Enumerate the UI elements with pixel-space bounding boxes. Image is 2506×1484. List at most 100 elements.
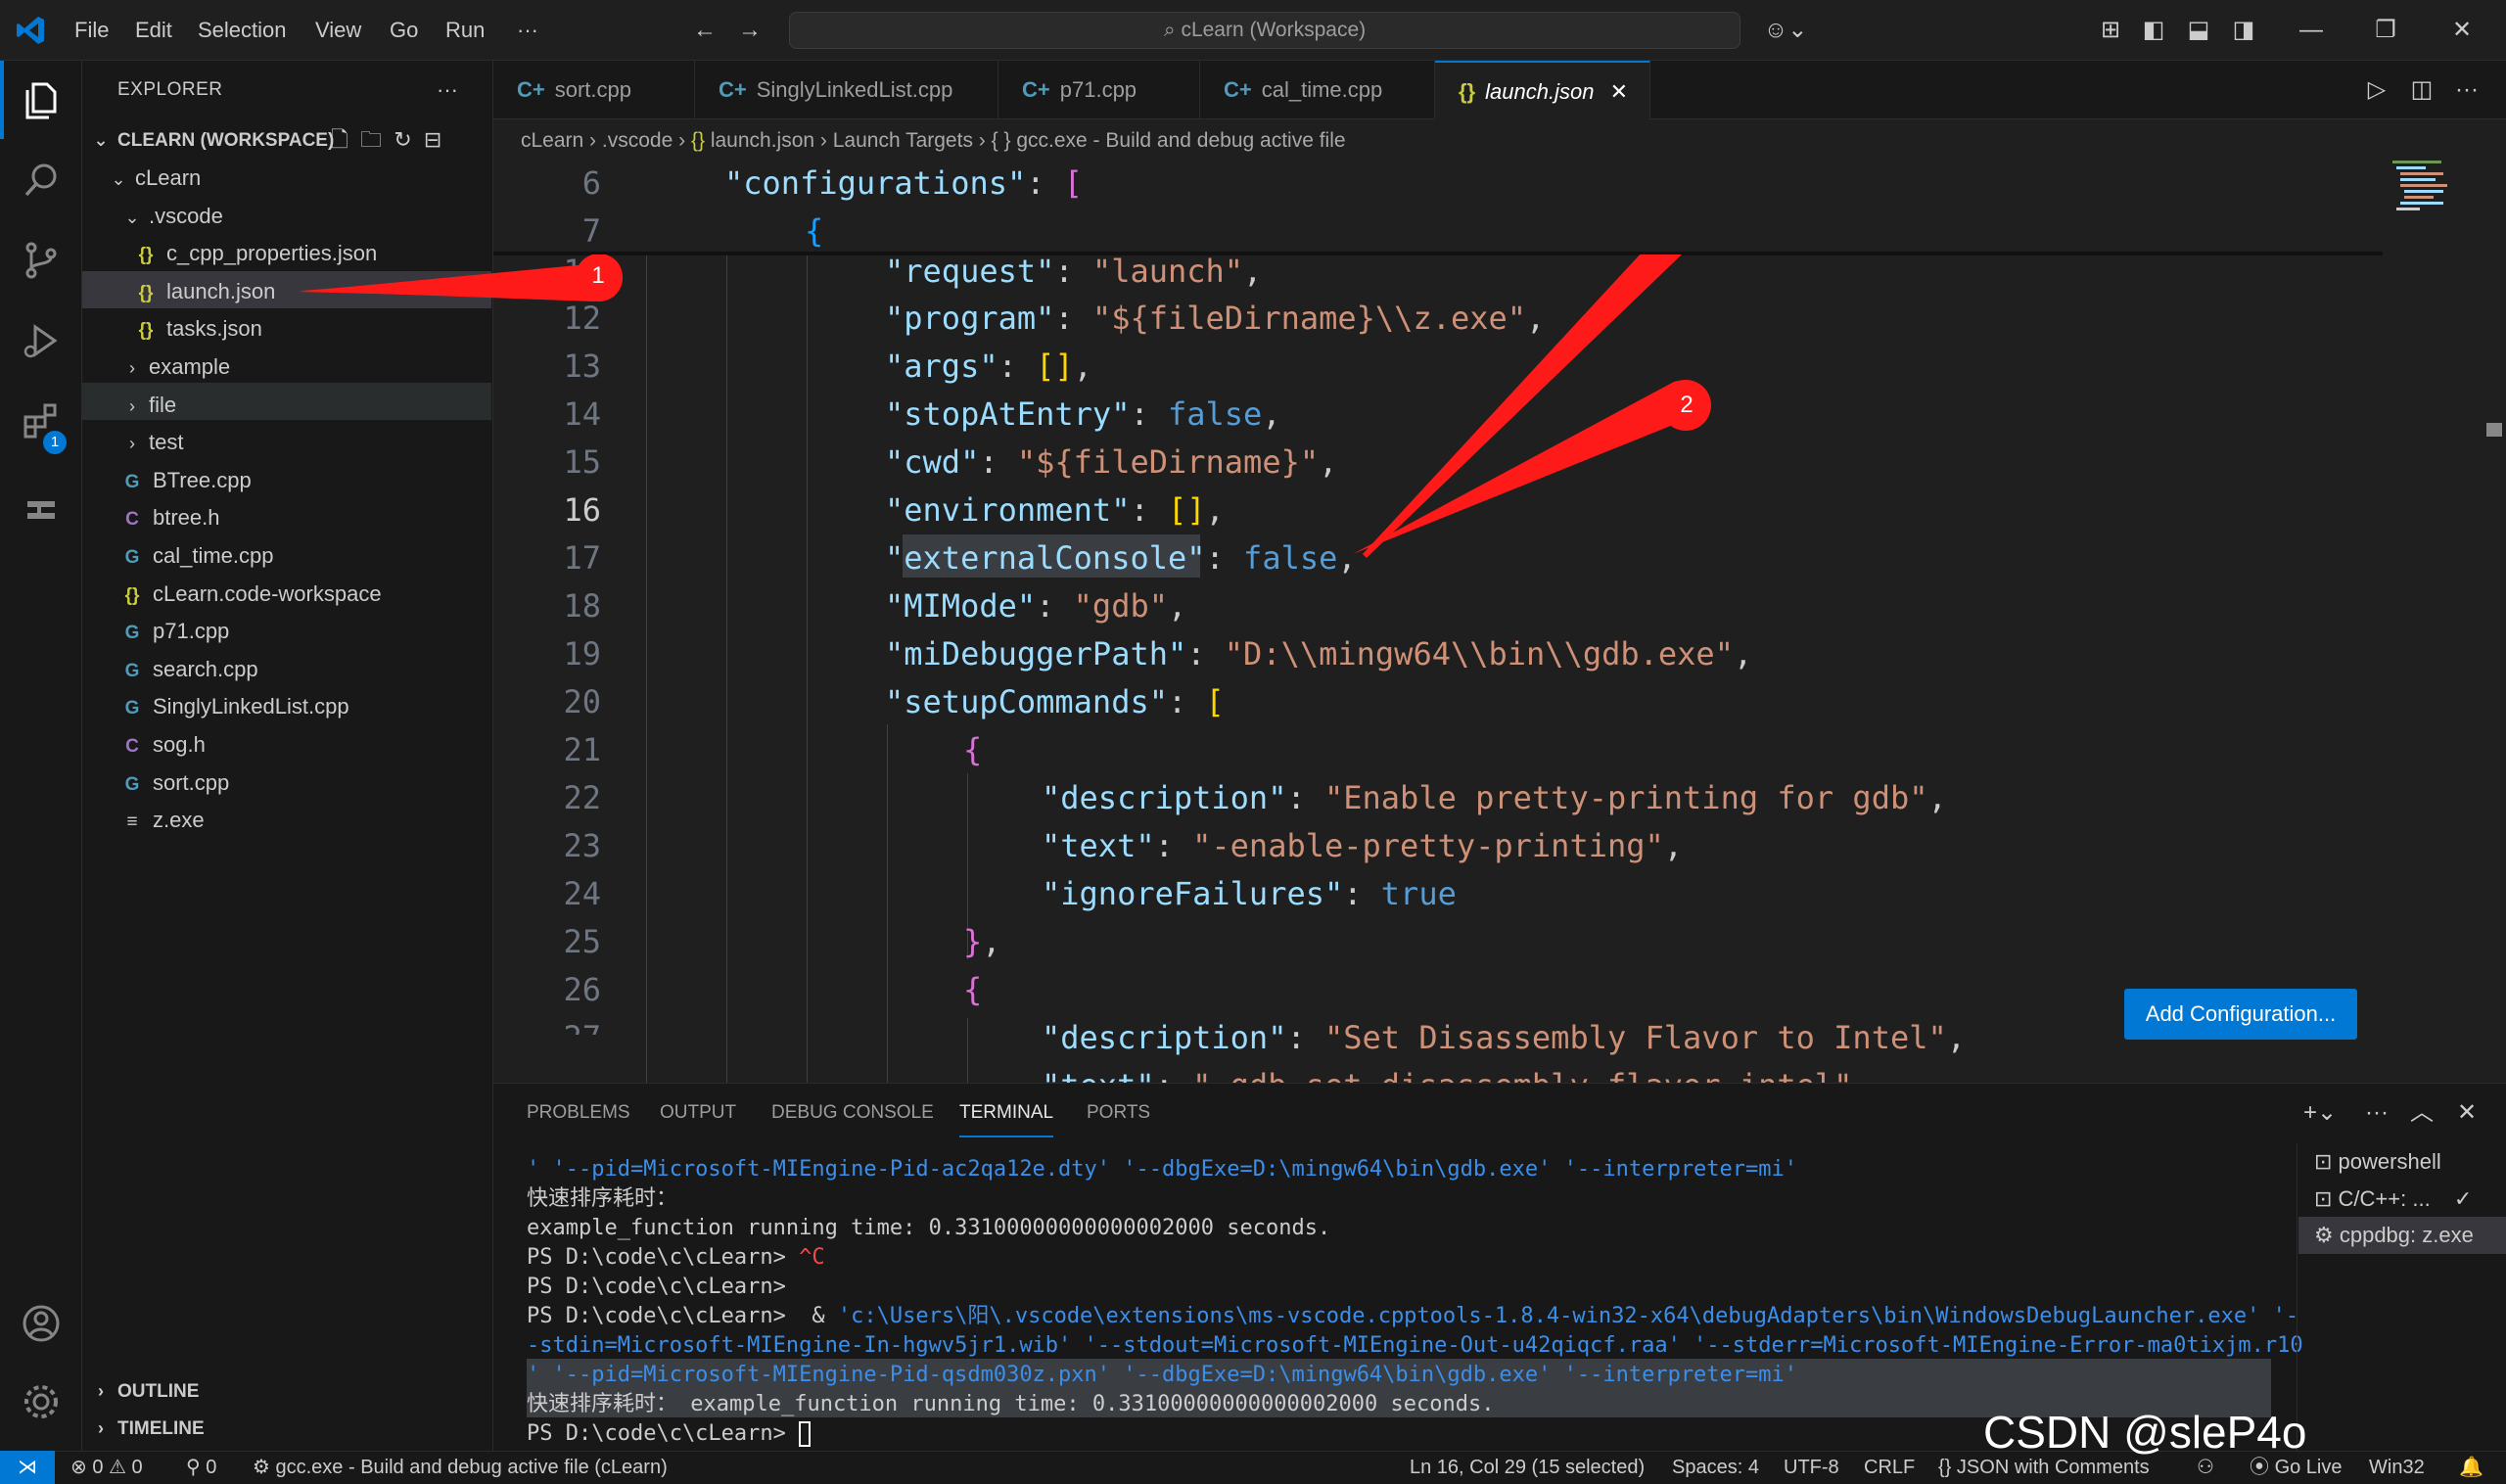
tree-item[interactable]: Cbtree.h — [121, 499, 219, 536]
csdn-watermark: CSDN @sleP4o — [1983, 1407, 2307, 1458]
timeline-section[interactable]: › TIMELINE — [90, 1410, 205, 1447]
nav-forward-icon[interactable]: → — [730, 0, 769, 61]
explorer-more-button[interactable]: ··· — [437, 61, 458, 119]
tree-item-label: cLearn.code-workspace — [153, 580, 382, 606]
new-terminal-icon[interactable]: +⌄ — [2293, 1083, 2347, 1143]
tree-item[interactable]: ⌄ .vscode — [121, 198, 222, 235]
breadcrumb-item[interactable]: launch.json — [711, 129, 814, 152]
error-icon: ⊗ — [70, 1457, 93, 1478]
menu-view[interactable]: View — [315, 0, 361, 61]
outline-section[interactable]: › OUTLINE — [90, 1372, 199, 1410]
terminal-powershell[interactable]: ⊡ powershell — [2314, 1143, 2441, 1181]
tab-launch-json[interactable]: {} launch.json ✕ — [1435, 61, 1650, 119]
tree-item[interactable]: G BTree.cpp — [121, 462, 252, 499]
chevron-down-icon: ⌄ — [93, 130, 109, 150]
code-line: "description": "Set Disassembly Flavor t… — [1042, 1019, 1967, 1056]
command-center-search[interactable]: ⌕ cLearn (Workspace) — [789, 12, 1740, 49]
cpp-file-icon: C+ — [1022, 77, 1050, 102]
cursor-position-status[interactable]: Ln 16, Col 29 (15 selected) — [1410, 1451, 1645, 1484]
toggle-secondary-sidebar-icon[interactable]: ◨ — [2224, 0, 2263, 61]
tab-cal-time-cpp[interactable]: C+ cal_time.cpp — [1200, 61, 1435, 119]
panel-more-icon[interactable]: ··· — [2357, 1083, 2396, 1143]
refresh-icon[interactable]: ↻ — [394, 127, 411, 152]
tree-item[interactable]: › test — [121, 424, 183, 461]
scrollbar-marker[interactable] — [2486, 423, 2502, 437]
remote-indicator-icon[interactable]: ⋊ — [0, 1451, 55, 1484]
ports-status[interactable]: ⚲ 0 — [186, 1451, 216, 1484]
toggle-sidebar-icon[interactable]: ◧ — [2134, 0, 2173, 61]
menu-edit[interactable]: Edit — [135, 0, 172, 61]
tree-item[interactable]: › file — [121, 387, 176, 424]
cpp-file-icon: C+ — [719, 77, 747, 102]
settings-gear-icon[interactable] — [0, 1363, 82, 1441]
tab-sort-cpp[interactable]: C+ sort.cpp — [493, 61, 695, 119]
tree-item[interactable]: Gcal_time.cpp — [121, 537, 274, 575]
customize-layout-icon[interactable]: ⊞ — [2091, 0, 2130, 61]
breadcrumb-item[interactable]: gcc.exe - Build and debug active file — [1016, 129, 1345, 152]
menu-selection[interactable]: Selection — [198, 0, 287, 61]
tree-item[interactable]: Csog.h — [121, 726, 206, 764]
menu-more[interactable]: ··· — [517, 0, 538, 61]
run-debug-icon[interactable] — [0, 301, 82, 380]
tree-item-label: sort.cpp — [153, 769, 230, 795]
close-panel-icon[interactable]: ✕ — [2447, 1083, 2486, 1143]
new-file-icon[interactable]: 🗋 — [331, 127, 348, 152]
accounts-icon[interactable] — [0, 1284, 82, 1363]
search-icon[interactable] — [0, 141, 82, 219]
tree-item[interactable]: › example — [121, 348, 230, 386]
maximize-panel-icon[interactable]: ︿ — [2402, 1083, 2441, 1143]
menu-file[interactable]: File — [74, 0, 109, 61]
run-file-icon[interactable]: ▷ — [2357, 61, 2396, 119]
new-folder-icon[interactable]: 🗀 — [360, 127, 382, 152]
close-tab-icon[interactable]: ✕ — [1610, 79, 1628, 104]
tree-item[interactable]: ⌄ cLearn — [108, 160, 201, 197]
bell-icon[interactable]: 🔔 — [2459, 1451, 2483, 1484]
tree-item[interactable]: {} cLearn.code-workspace — [121, 576, 382, 613]
tree-item[interactable]: ≡ z.exe — [121, 802, 205, 839]
source-control-icon[interactable] — [0, 221, 82, 300]
breadcrumb-item[interactable]: .vscode — [602, 129, 673, 152]
platform-status[interactable]: Win32 — [2369, 1451, 2425, 1484]
tab-problems[interactable]: PROBLEMS — [527, 1083, 630, 1143]
minimap[interactable] — [2389, 157, 2477, 225]
tree-item-label: z.exe — [153, 808, 205, 833]
debug-target-label: gcc.exe - Build and debug active file (c… — [275, 1457, 668, 1478]
add-configuration-button[interactable]: Add Configuration... — [2124, 989, 2357, 1040]
encoding-status[interactable]: UTF-8 — [1784, 1451, 1839, 1484]
debug-target-status[interactable]: ⚙ gcc.exe - Build and debug active file … — [253, 1451, 668, 1484]
breadcrumb-item[interactable]: Launch Targets — [833, 129, 973, 152]
split-editor-icon[interactable]: ◫ — [2402, 61, 2441, 119]
tab-output[interactable]: OUTPUT — [660, 1083, 736, 1143]
indentation-status[interactable]: Spaces: 4 — [1672, 1451, 1759, 1484]
copilot-icon[interactable]: ☺⌄ — [1758, 0, 1813, 61]
collapse-all-icon[interactable]: ⊟ — [424, 127, 441, 152]
terminal-cpp-task[interactable]: ⊡ C/C++: ... ✓ — [2314, 1181, 2472, 1218]
toggle-panel-icon[interactable]: ⬓ — [2179, 0, 2218, 61]
close-window-icon[interactable]: ✕ — [2437, 0, 2486, 61]
tab-terminal[interactable]: TERMINAL — [959, 1083, 1054, 1137]
menu-run[interactable]: Run — [445, 0, 485, 61]
editor-more-icon[interactable]: ··· — [2447, 61, 2486, 119]
tab-singlylinkedlist-cpp[interactable]: C+ SinglyLinkedList.cpp — [695, 61, 998, 119]
tree-item[interactable]: {} launch.json — [135, 273, 276, 310]
tree-item[interactable]: {} tasks.json — [135, 310, 262, 348]
menu-go[interactable]: Go — [390, 0, 418, 61]
nav-back-icon[interactable]: ← — [685, 0, 724, 61]
tab-debug-console[interactable]: DEBUG CONSOLE — [771, 1083, 934, 1143]
problems-status[interactable]: ⊗ 0 ⚠ 0 — [70, 1451, 143, 1484]
explorer-icon[interactable] — [0, 61, 82, 139]
tree-item[interactable]: Gsort.cpp — [121, 765, 230, 802]
minimize-icon[interactable]: — — [2287, 0, 2336, 61]
extensions-icon[interactable] — [0, 382, 82, 460]
eol-status[interactable]: CRLF — [1864, 1451, 1915, 1484]
remote-explorer-icon[interactable] — [0, 470, 82, 548]
tab-p71-cpp[interactable]: C+ p71.cpp — [998, 61, 1200, 119]
terminal-cppdbg[interactable]: ⚙ cppdbg: z.exe — [2314, 1217, 2474, 1254]
tab-ports[interactable]: PORTS — [1087, 1083, 1150, 1143]
breadcrumb-item[interactable]: cLearn — [521, 129, 583, 152]
tree-item[interactable]: Gsearch.cpp — [121, 651, 258, 688]
restore-icon[interactable]: ❐ — [2361, 0, 2410, 61]
terminal-prompt: PS D:\code\c\cLearn> — [527, 1245, 800, 1270]
tree-item[interactable]: G SinglyLinkedList.cpp — [121, 688, 349, 725]
tree-item[interactable]: Gp71.cpp — [121, 613, 230, 650]
